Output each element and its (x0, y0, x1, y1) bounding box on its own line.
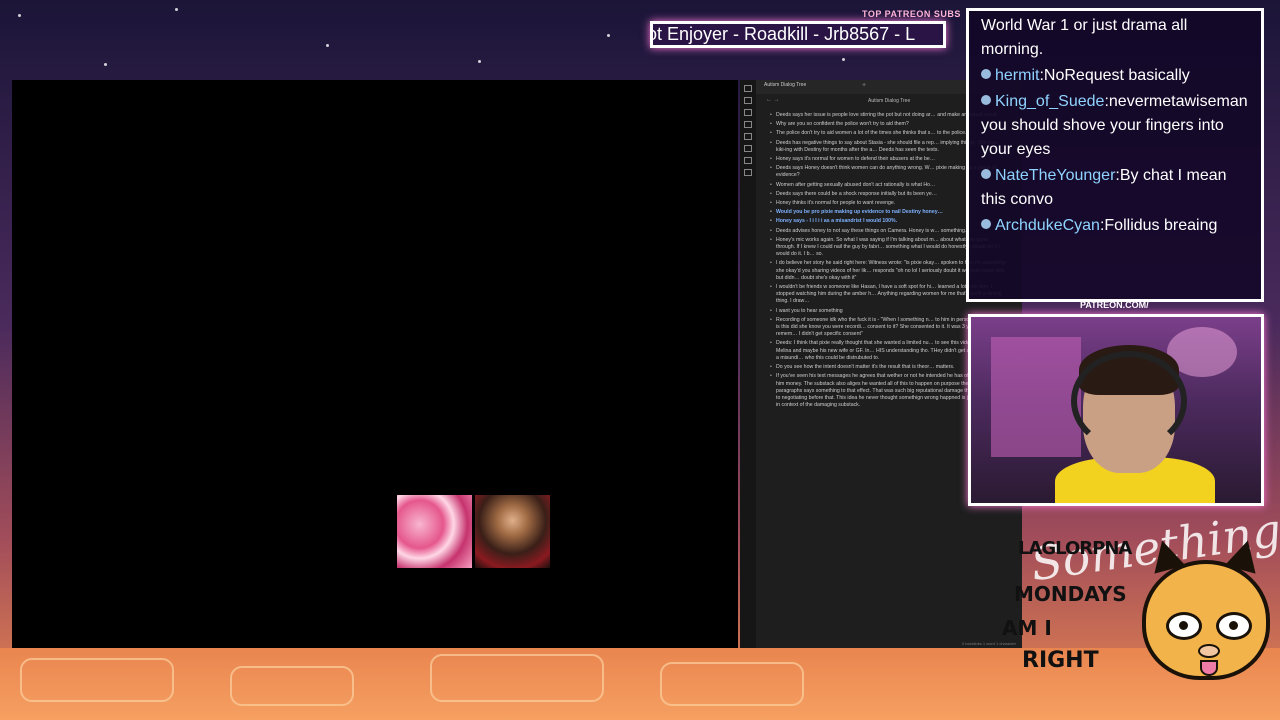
chat-badge-icon (981, 95, 991, 105)
notes-ribbon (740, 80, 756, 648)
chat-text: NoRequest basically (1043, 67, 1190, 84)
chat-message: NateTheYounger:By chat I mean this convo (981, 167, 1227, 208)
search-icon[interactable] (744, 97, 752, 104)
send-icon[interactable] (744, 169, 752, 176)
cat-nose (1198, 644, 1220, 658)
pink-marble-thumbnail[interactable] (397, 495, 472, 568)
chat-message: World War 1 or just drama all morning. (981, 14, 1249, 62)
main-screen-area (12, 80, 738, 648)
cat-tongue (1200, 660, 1218, 676)
chat-panel: World War 1 or just drama all morning. he… (966, 8, 1264, 302)
notes-tab[interactable]: Autism Dialog Tree (764, 82, 806, 88)
chat-username[interactable]: King_of_Suede (995, 93, 1104, 110)
headset-icon (1071, 351, 1187, 451)
sticker-line-3: AM I (1002, 616, 1052, 640)
chat-username[interactable]: hermit (995, 67, 1039, 84)
chat-badge-icon (981, 169, 991, 179)
patreon-subs-ticker: ot Enjoyer - Roadkill - Jrb8567 - L (650, 21, 946, 48)
files-icon[interactable] (744, 85, 752, 92)
graph-icon[interactable] (744, 109, 752, 116)
chat-message: ArchdukeCyan:Follidus breaing (981, 214, 1249, 238)
calendar-icon[interactable] (744, 121, 752, 128)
notes-status-bar: 0 backlinks 1 word 1 character (961, 641, 1016, 646)
sticker-line-4: RIGHT (1022, 648, 1099, 673)
ticker-text: ot Enjoyer - Roadkill - Jrb8567 - L (650, 24, 916, 44)
canvas-icon[interactable] (744, 133, 752, 140)
patreon-subs-label: TOP PATREON SUBS (862, 9, 961, 19)
chat-badge-icon (981, 219, 991, 229)
chat-username[interactable]: ArchdukeCyan (995, 217, 1100, 234)
portrait-thumbnail[interactable] (475, 495, 550, 568)
chat-username[interactable]: NateTheYounger (995, 167, 1115, 184)
sticker-line-2: MONDAYS (1014, 582, 1127, 606)
command-icon[interactable] (744, 145, 752, 152)
cat-left-eye (1166, 612, 1202, 640)
nav-arrows-icon[interactable]: ← → (766, 97, 780, 103)
cat-mascot-icon (1142, 560, 1270, 680)
webcam-frame (968, 314, 1264, 506)
new-tab-plus-icon[interactable]: + (862, 82, 866, 89)
chat-text: Follidus breaing (1104, 217, 1218, 234)
cat-right-eye (1216, 612, 1252, 640)
chat-badge-icon (981, 69, 991, 79)
chat-text: World War 1 or just drama all morning. (981, 17, 1188, 58)
patreon-link-label: PATREON.COM/ (1080, 300, 1149, 310)
webcam-background-shelf (991, 337, 1081, 457)
sticker-line-1: LAGLORPNA (1018, 538, 1132, 559)
doc-title: Autism Dialog Tree (868, 98, 911, 104)
chat-message: hermit:NoRequest basically (981, 64, 1249, 88)
publish-icon[interactable] (744, 157, 752, 164)
chat-message: King_of_Suede:nevermetawiseman you shoul… (981, 93, 1248, 158)
